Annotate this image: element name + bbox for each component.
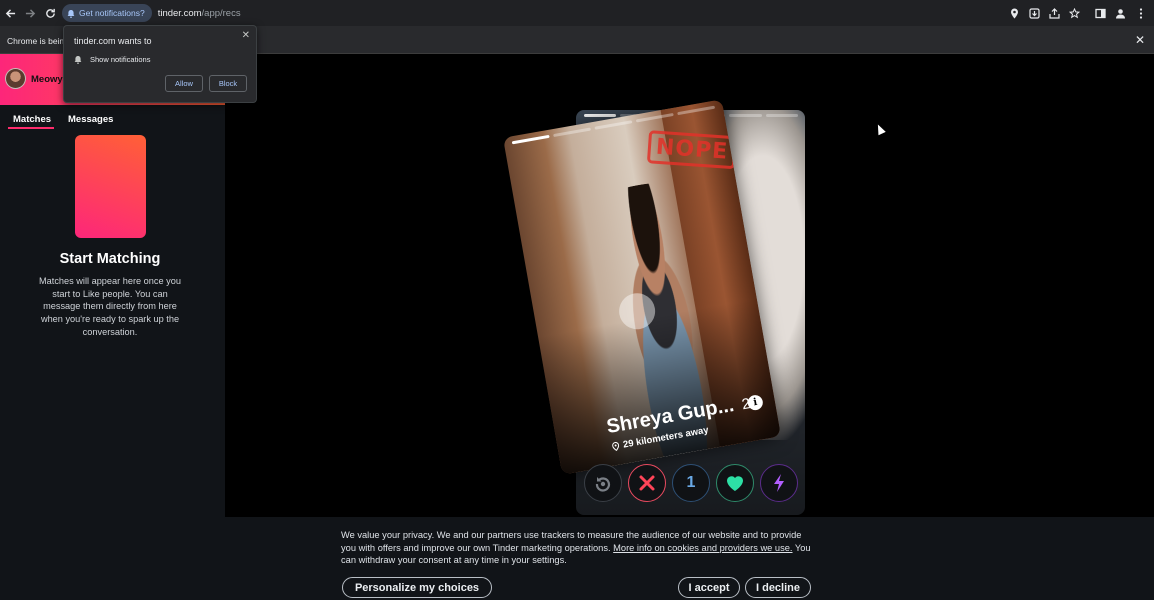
cookie-banner: We value your privacy. We and our partne… [0, 517, 1154, 600]
install-icon[interactable] [1025, 0, 1044, 26]
share-icon[interactable] [1045, 0, 1064, 26]
block-button[interactable]: Block [209, 75, 247, 92]
nope-stamp: NOPE [646, 130, 738, 170]
tab-matches[interactable]: Matches [13, 114, 51, 125]
location-icon[interactable] [1005, 0, 1024, 26]
recs-area: NOPE Shreya Gup... 23 29 kilometers away… [225, 54, 1154, 517]
x-icon [639, 475, 655, 491]
bell-icon [67, 9, 75, 18]
popup-title: tinder.com wants to [74, 36, 152, 46]
decline-button[interactable]: I decline [745, 577, 811, 598]
personalize-button[interactable]: Personalize my choices [342, 577, 492, 598]
infobar-close-icon[interactable]: ✕ [1132, 32, 1148, 48]
nope-button[interactable] [628, 464, 666, 502]
bell-icon [74, 56, 82, 64]
permission-chip[interactable]: Get notifications? [62, 4, 152, 22]
empty-description: Matches will appear here once you start … [39, 276, 181, 337]
location-pin-icon [612, 442, 620, 452]
side-panel-icon[interactable] [1091, 0, 1110, 26]
forward-button[interactable] [20, 0, 40, 26]
menu-kebab-icon[interactable] [1131, 0, 1150, 26]
star-icon: 1 [686, 474, 696, 491]
back-arrow-icon [5, 8, 15, 18]
accept-button[interactable]: I accept [678, 577, 740, 598]
omnibox[interactable]: Get notifications? tinder.com/app/recs [62, 3, 1012, 23]
popup-close-icon[interactable]: ✕ [242, 30, 250, 41]
heart-icon [727, 476, 743, 491]
rewind-button[interactable] [584, 464, 622, 502]
empty-title: Start Matching [59, 251, 161, 267]
empty-matches-card [75, 135, 146, 238]
url-host: tinder.com [157, 7, 202, 19]
bookmark-star-icon[interactable] [1065, 0, 1084, 26]
url-path: /app/recs [201, 7, 241, 19]
sidebar-tabs: Matches Messages [0, 112, 225, 132]
tab-messages[interactable]: Messages [68, 114, 113, 125]
rewind-icon [595, 477, 611, 492]
url-text[interactable]: tinder.com/app/recs [158, 8, 241, 19]
like-button[interactable] [716, 464, 754, 502]
boost-button[interactable] [760, 464, 798, 502]
popup-permission-row: Show notifications [74, 55, 150, 64]
notification-permission-popup: tinder.com wants to ✕ Show notifications… [63, 25, 257, 103]
back-button[interactable] [0, 0, 20, 26]
super-like-button[interactable]: 1 [672, 464, 710, 502]
permission-chip-label: Get notifications? [79, 8, 145, 18]
toolbar-right-icons [1005, 0, 1150, 26]
reload-icon [45, 8, 55, 18]
tab-active-underline [8, 127, 54, 129]
infobar-text: Chrome is being [7, 36, 69, 46]
lightning-icon [774, 474, 784, 492]
forward-arrow-icon [25, 8, 35, 18]
cookie-info-link[interactable]: More info on cookies and providers we us… [613, 543, 792, 553]
cookie-text: We value your privacy. We and our partne… [341, 529, 816, 567]
action-buttons: 1 [584, 464, 802, 504]
popup-permission-label: Show notifications [90, 55, 151, 64]
reload-button[interactable] [40, 0, 60, 26]
allow-button[interactable]: Allow [165, 75, 203, 92]
avatar[interactable] [5, 68, 26, 89]
profile-icon[interactable] [1111, 0, 1130, 26]
browser-toolbar: Get notifications? tinder.com/app/recs [0, 0, 1154, 26]
